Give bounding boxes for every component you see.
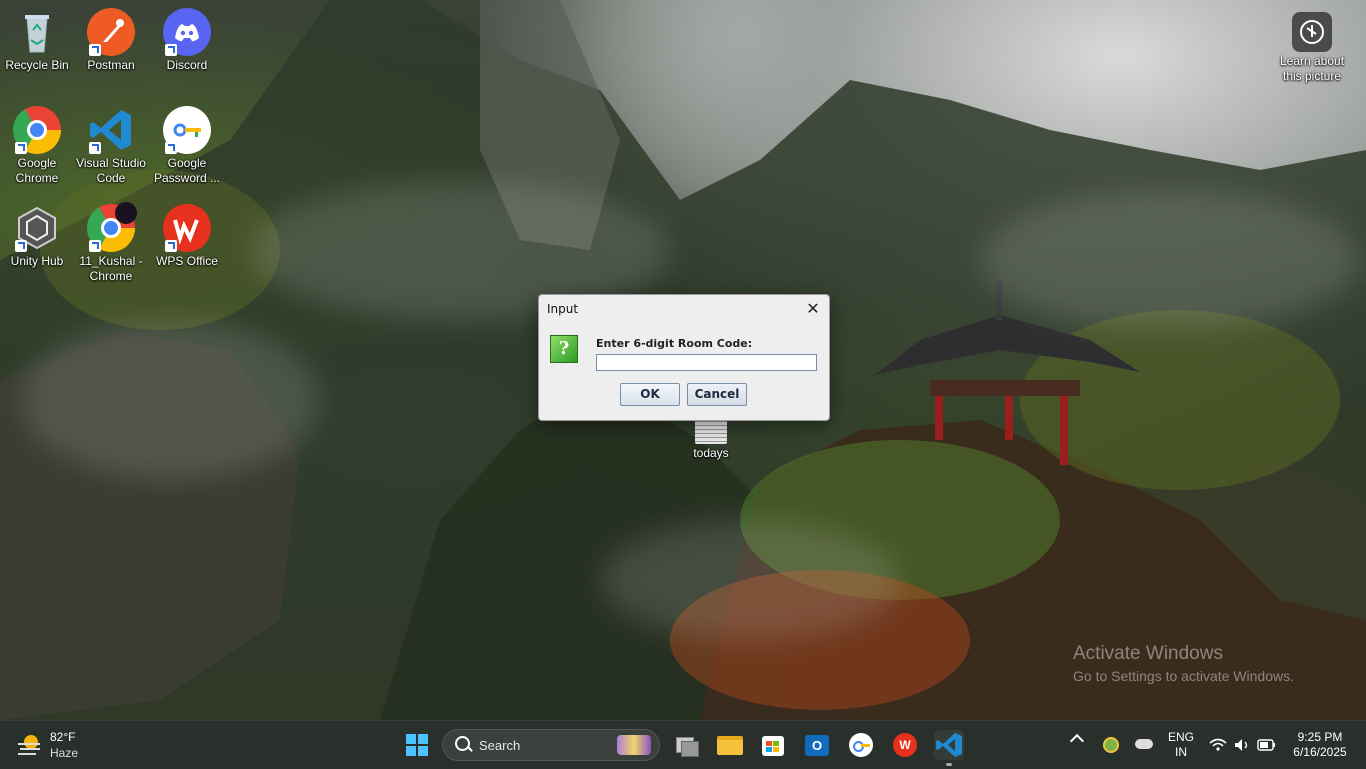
desktop-icon-todays[interactable]: todays <box>674 418 748 461</box>
weather-temp: 82°F <box>50 730 76 744</box>
shortcut-arrow-icon <box>165 142 177 154</box>
profile-avatar-icon <box>115 202 137 224</box>
desktop[interactable]: Recycle Bin Postman Discord Google Chrom… <box>0 0 1366 720</box>
cancel-button[interactable]: Cancel <box>687 383 747 406</box>
dialog-title: Input <box>547 302 579 316</box>
desktop-icon-recycle-bin[interactable]: Recycle Bin <box>0 8 74 73</box>
vscode-icon <box>87 106 135 154</box>
folder-icon <box>717 736 743 755</box>
search-icon-handle <box>467 746 473 752</box>
desktop-icon-google-password[interactable]: Google Password ... <box>150 106 224 186</box>
taskbar-file-explorer[interactable] <box>715 730 745 760</box>
icon-label: 11_Kushal - Chrome <box>79 254 143 283</box>
icon-label: WPS Office <box>156 254 218 268</box>
tray-app-icon[interactable] <box>1103 737 1119 753</box>
input-dialog: Input ✕ ? Enter 6-digit Room Code: OK Ca… <box>538 294 830 421</box>
onedrive-icon[interactable] <box>1135 739 1153 749</box>
taskbar-wps-office[interactable]: W <box>890 730 920 760</box>
taskbar-microsoft-store[interactable] <box>758 730 788 760</box>
system-tray-group[interactable] <box>1206 735 1278 755</box>
icon-label: todays <box>693 446 729 460</box>
search-placeholder: Search <box>479 738 521 753</box>
weather-widget[interactable]: 82°F Haze <box>14 729 94 761</box>
taskbar-password-manager[interactable] <box>846 730 876 760</box>
chrome-icon <box>13 106 61 154</box>
wifi-icon <box>1209 738 1275 751</box>
desktop-icon-wps-office[interactable]: WPS Office <box>150 204 224 269</box>
language-indicator[interactable]: ENG IN <box>1165 730 1197 760</box>
activate-windows-title: Activate Windows <box>1073 643 1223 664</box>
clock[interactable]: 9:25 PM 6/16/2025 <box>1286 730 1354 760</box>
icon-label: Recycle Bin <box>5 58 69 72</box>
clock-date: 6/16/2025 <box>1293 745 1347 759</box>
wps-icon <box>163 204 211 252</box>
chevron-up-icon[interactable] <box>1069 733 1085 749</box>
shortcut-arrow-icon <box>15 240 27 252</box>
desktop-icon-kushal-chrome[interactable]: 11_Kushal - Chrome <box>74 202 148 284</box>
icon-label: Postman <box>87 58 135 72</box>
shortcut-arrow-icon <box>89 142 101 154</box>
icon-label: Google Password ... <box>153 156 221 185</box>
search-box[interactable]: Search <box>442 729 660 761</box>
mist <box>980 190 1360 330</box>
taskbar: 82°F Haze Search O W ENG IN 9:25 PM 6/16… <box>0 720 1366 769</box>
outlook-icon: O <box>805 735 829 756</box>
store-icon <box>762 736 784 756</box>
desktop-icon-google-chrome[interactable]: Google Chrome <box>0 106 74 186</box>
mist <box>20 320 320 480</box>
desktop-icon-unity-hub[interactable]: Unity Hub <box>0 204 74 269</box>
text-file-icon <box>695 418 727 444</box>
desktop-icon-postman[interactable]: Postman <box>74 8 148 73</box>
room-code-input[interactable] <box>596 354 817 371</box>
postman-icon <box>87 8 135 56</box>
taskbar-vscode[interactable] <box>934 730 964 766</box>
taskbar-outlook[interactable]: O <box>802 730 832 760</box>
search-highlight-icon <box>617 735 651 755</box>
dialog-prompt: Enter 6-digit Room Code: <box>596 337 753 350</box>
wps-icon: W <box>893 733 917 757</box>
unity-icon <box>13 204 61 252</box>
learn-about-picture[interactable]: Learn about this picture <box>1272 12 1352 84</box>
recycle-bin-icon <box>13 8 61 56</box>
shortcut-arrow-icon <box>89 44 101 56</box>
icon-label: Google Chrome <box>15 156 59 185</box>
lang-top: ENG <box>1167 730 1194 744</box>
haze-icon <box>18 735 40 755</box>
running-indicator <box>946 763 952 766</box>
shortcut-arrow-icon <box>15 142 27 154</box>
icon-label: Unity Hub <box>10 254 64 268</box>
chrome-profile-icon <box>87 202 137 252</box>
taskbar-task-view[interactable] <box>672 730 702 760</box>
question-icon: ? <box>550 335 578 363</box>
discord-icon <box>163 8 211 56</box>
key-icon <box>849 733 873 757</box>
weather-desc: Haze <box>50 746 79 760</box>
key-icon <box>163 106 211 154</box>
vscode-icon <box>936 733 962 757</box>
start-button[interactable] <box>402 730 432 760</box>
shortcut-arrow-icon <box>89 240 101 252</box>
clock-time: 9:25 PM <box>1297 730 1343 744</box>
icon-label: Discord <box>166 58 208 72</box>
desktop-icon-vscode[interactable]: Visual Studio Code <box>74 106 148 186</box>
learn-about-label: Learn about this picture <box>1279 54 1345 83</box>
icon-label: Visual Studio Code <box>76 156 146 185</box>
lang-bottom: IN <box>1175 745 1187 759</box>
desktop-icon-discord[interactable]: Discord <box>150 8 224 73</box>
close-icon[interactable]: ✕ <box>803 299 823 319</box>
camera-info-icon <box>1292 12 1332 52</box>
shortcut-arrow-icon <box>165 240 177 252</box>
mist <box>600 520 900 640</box>
ok-button[interactable]: OK <box>620 383 680 406</box>
shortcut-arrow-icon <box>165 44 177 56</box>
windows-icon <box>406 734 428 756</box>
activate-windows-subtitle: Go to Settings to activate Windows. <box>1073 668 1294 684</box>
